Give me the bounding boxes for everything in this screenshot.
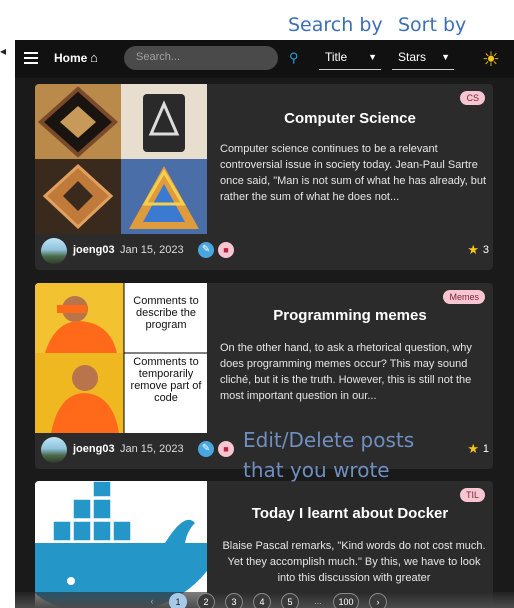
star-count: 3 (482, 244, 489, 256)
post-author[interactable]: joeng03 (73, 443, 115, 455)
home-icon[interactable]: ⌂ (90, 50, 98, 65)
avatar (41, 437, 67, 463)
meme-caption-top: Comments to describe the program (133, 295, 199, 331)
post-date: Jan 15, 2023 (120, 443, 184, 455)
pagination: ‹ 1 2 3 4 5 ... 100 › (15, 592, 514, 608)
edit-pencil-icon[interactable]: ✎ (198, 242, 214, 258)
sort-by-annotation: Sort by (398, 14, 467, 36)
avatar (41, 238, 67, 264)
post-thumbnail (35, 84, 207, 234)
delete-trash-icon[interactable]: ■ (218, 441, 234, 457)
blog-app: Home ⌂ ⚲ Title ▼ Stars ▼ ☀ (15, 40, 514, 608)
sort-by-select[interactable]: Stars ▼ (392, 48, 454, 70)
search-input[interactable] (124, 46, 278, 68)
post-excerpt: On the other hand, to ask a rhetorical q… (220, 342, 472, 402)
top-navbar: Home ⌂ ⚲ Title ▼ Stars ▼ ☀ (15, 40, 514, 78)
home-link[interactable]: Home (54, 51, 87, 65)
post-date: Jan 15, 2023 (120, 244, 184, 256)
edit-pencil-icon[interactable]: ✎ (198, 441, 214, 457)
post-title[interactable]: Programming memes (215, 307, 485, 324)
chevron-down-icon: ▼ (441, 52, 450, 62)
edit-delete-annotation-line1: Edit/Delete posts (243, 428, 415, 452)
menu-icon[interactable] (24, 52, 38, 64)
post-title[interactable]: Today I learnt about Docker (215, 505, 485, 522)
post-thumbnail: Comments to describe the program Comment… (35, 283, 207, 433)
post-excerpt: Computer science continues to be a relev… (220, 143, 487, 203)
tag-badge[interactable]: Memes (443, 290, 485, 304)
edit-delete-annotation-line2: that you wrote (243, 458, 390, 482)
page-button-last[interactable]: 100 (333, 593, 359, 608)
screenshot-stage: Search by Sort by ◂ Home ⌂ ⚲ Title ▼ Sta… (0, 0, 514, 608)
post-author[interactable]: joeng03 (73, 244, 115, 256)
post-footer: joeng03 Jan 15, 2023 ✎ ■ ★ 3 (35, 234, 493, 268)
star-icon[interactable]: ★ (467, 242, 479, 258)
search-icon[interactable]: ⚲ (289, 50, 299, 66)
post-excerpt: Blaise Pascal remarks, "Kind words do no… (222, 540, 486, 584)
tag-badge[interactable]: CS (460, 91, 485, 105)
pagination-ellipsis: ... (314, 596, 322, 606)
search-by-select[interactable]: Title ▼ (319, 48, 381, 70)
page-button[interactable]: 3 (225, 593, 243, 608)
pagination-next-button[interactable]: › (369, 593, 387, 608)
tag-badge[interactable]: TIL (459, 488, 485, 502)
search-by-annotation: Search by (288, 14, 383, 36)
edit-delete-annotation: Edit/Delete posts that you wrote (243, 425, 414, 485)
post-card[interactable]: TIL Today I learnt about Docker Blaise P… (35, 481, 493, 608)
page-button[interactable]: 5 (281, 593, 299, 608)
pagination-prev-button[interactable]: ‹ (143, 593, 161, 608)
post-thumbnail (35, 481, 207, 608)
chevron-down-icon: ▼ (368, 52, 377, 62)
post-title[interactable]: Computer Science (215, 110, 485, 127)
delete-trash-icon[interactable]: ■ (218, 242, 234, 258)
sort-by-value: Stars (398, 50, 427, 64)
star-icon[interactable]: ★ (467, 441, 479, 457)
page-button[interactable]: 1 (169, 593, 187, 608)
theme-toggle-sun-icon[interactable]: ☀ (482, 47, 500, 72)
page-button[interactable]: 4 (253, 593, 271, 608)
search-field[interactable] (124, 46, 278, 70)
page-button[interactable]: 2 (197, 593, 215, 608)
star-count: 1 (482, 443, 489, 455)
search-by-value: Title (325, 50, 348, 64)
annotation-arrow-icon: ◂ (0, 44, 7, 58)
meme-caption-bottom: Comments to temporarily remove part of c… (130, 356, 202, 404)
post-card[interactable]: CS Computer Science Computer science con… (35, 84, 493, 270)
